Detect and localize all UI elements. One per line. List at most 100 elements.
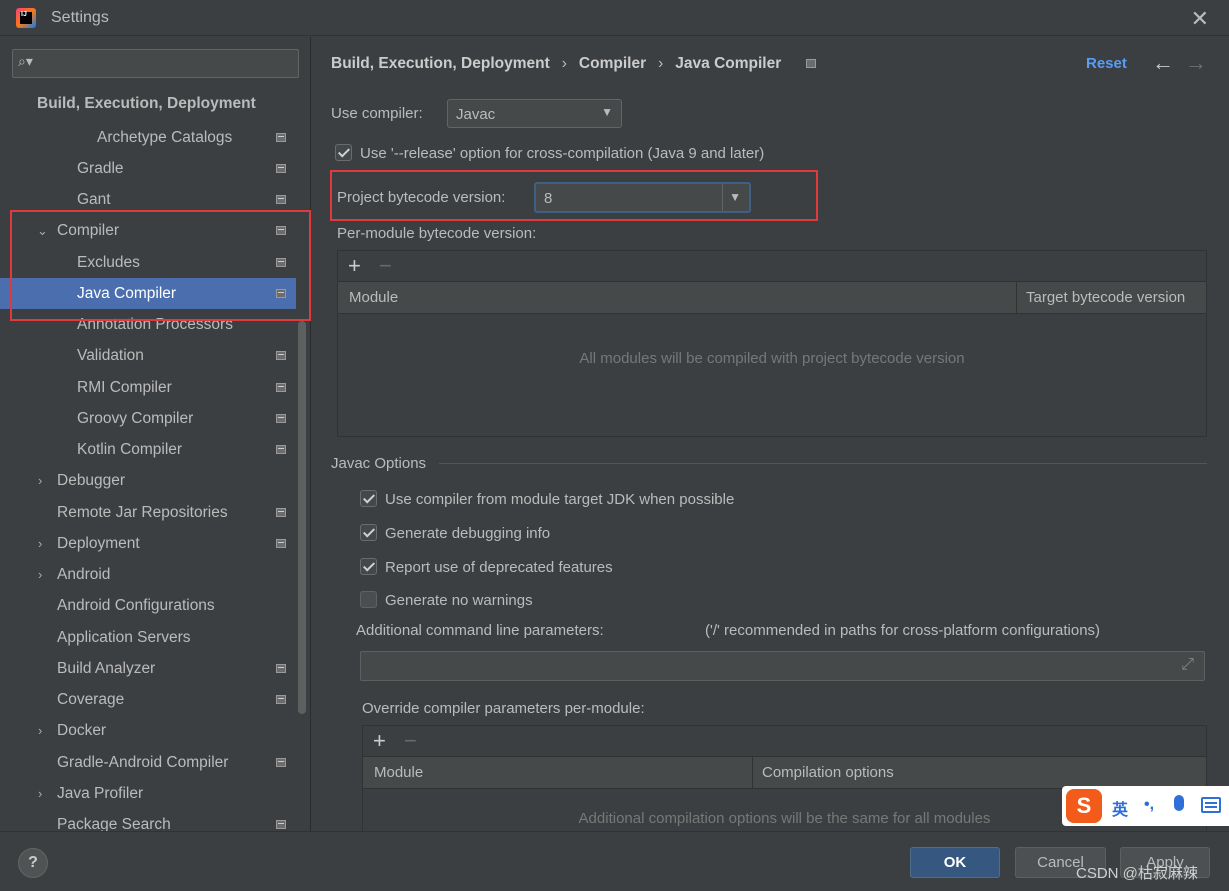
intellij-logo-icon: IJ	[16, 8, 36, 28]
project-level-icon	[276, 820, 286, 829]
ime-language-toggle[interactable]: 英	[1112, 796, 1128, 820]
add-icon[interactable]: +	[373, 728, 386, 754]
window-title: Settings	[51, 9, 109, 26]
sogou-logo-icon[interactable]: S	[1066, 789, 1102, 823]
project-level-icon	[276, 351, 286, 360]
sidebar-item-rmi-compiler[interactable]: RMI Compiler	[0, 372, 296, 403]
use-compiler-label: Use compiler:	[331, 105, 423, 122]
per-module-table: + − Module Target bytecode version All m…	[337, 250, 1207, 437]
highlight-box-compiler	[10, 210, 311, 321]
project-level-icon	[276, 695, 286, 704]
column-header-target-bytecode[interactable]: Target bytecode version	[1026, 289, 1185, 306]
search-icon[interactable]: ⌕▾	[18, 53, 33, 70]
sidebar-item-coverage[interactable]: Coverage	[0, 684, 296, 715]
sidebar-item-docker[interactable]: › Docker	[0, 715, 296, 746]
chevron-right-icon[interactable]: ›	[38, 528, 42, 559]
sidebar-item-kotlin-compiler[interactable]: Kotlin Compiler	[0, 434, 296, 465]
deprecated-features-checkbox[interactable]	[360, 558, 377, 575]
sidebar-item-build-execution-deployment[interactable]: Build, Execution, Deployment	[0, 88, 296, 119]
search-input[interactable]	[45, 53, 295, 73]
additional-params-hint: ('/' recommended in paths for cross-plat…	[705, 622, 1101, 639]
sidebar-item-package-search[interactable]: Package Search	[0, 809, 296, 831]
close-icon[interactable]: ✕	[1191, 6, 1209, 32]
sidebar-item-application-servers[interactable]: Application Servers	[0, 622, 296, 653]
project-level-icon	[276, 133, 286, 142]
column-header-compilation-options[interactable]: Compilation options	[762, 764, 894, 781]
remove-icon[interactable]: −	[379, 253, 392, 279]
project-level-icon	[276, 164, 286, 173]
debugging-info-label: Generate debugging info	[385, 525, 551, 542]
microphone-icon[interactable]	[1174, 795, 1184, 811]
breadcrumb: Build, Execution, Deployment › Compiler › Ja…	[331, 55, 816, 73]
sidebar-scrollbar[interactable]	[298, 321, 306, 714]
sidebar-item-archetype-catalogs[interactable]: Archetype Catalogs	[0, 122, 296, 153]
main-panel: Build, Execution, Deployment › Compiler › Ja…	[312, 37, 1229, 835]
release-option-checkbox[interactable]	[335, 144, 352, 161]
release-option-label: Use '--release' option for cross-compila…	[360, 145, 765, 162]
forward-arrow-icon[interactable]: →	[1185, 50, 1207, 76]
project-level-icon	[276, 445, 286, 454]
additional-params-input[interactable]: ⤢	[360, 651, 1205, 681]
chevron-right-icon[interactable]: ›	[38, 778, 42, 809]
column-header-module[interactable]: Module	[374, 764, 423, 781]
remove-icon[interactable]: −	[404, 728, 417, 754]
debugging-info-checkbox[interactable]	[360, 524, 377, 541]
breadcrumb-separator: ›	[561, 55, 567, 72]
no-warnings-label: Generate no warnings	[385, 592, 533, 609]
ime-toolbar: S 英 •,	[1062, 786, 1229, 826]
sidebar-item-debugger[interactable]: › Debugger	[0, 465, 296, 496]
sidebar-item-deployment[interactable]: › Deployment	[0, 528, 296, 559]
sidebar-item-java-profiler[interactable]: › Java Profiler	[0, 778, 296, 809]
breadcrumb-item[interactable]: Build, Execution, Deployment	[331, 55, 550, 72]
breadcrumb-separator: ›	[658, 55, 664, 72]
sidebar-item-gradle[interactable]: Gradle	[0, 153, 296, 184]
sidebar-item-validation[interactable]: Validation	[0, 340, 296, 371]
override-header: Module Compilation options	[363, 757, 1206, 789]
additional-params-label: Additional command line parameters:	[356, 622, 604, 639]
use-compiler-value: Javac	[456, 106, 496, 123]
separator	[439, 463, 1207, 464]
use-target-jdk-label: Use compiler from module target JDK when…	[385, 491, 735, 508]
per-module-bytecode-label: Per-module bytecode version:	[337, 225, 537, 242]
override-toolbar: + −	[363, 726, 1206, 757]
add-icon[interactable]: +	[348, 253, 361, 279]
sidebar-item-gradle-android-compiler[interactable]: Gradle-Android Compiler	[0, 747, 296, 778]
reset-link[interactable]: Reset	[1086, 55, 1127, 72]
back-arrow-icon[interactable]: ←	[1152, 50, 1174, 76]
project-level-icon	[276, 758, 286, 767]
sidebar-item-android[interactable]: › Android	[0, 559, 296, 590]
highlight-box-bytecode	[330, 170, 818, 221]
settings-sidebar: ⌕▾ Build, Execution, Deployment Archetyp…	[0, 37, 311, 831]
chevron-right-icon[interactable]: ›	[38, 559, 42, 590]
breadcrumb-item: Java Compiler	[675, 55, 782, 72]
per-module-empty-text: All modules will be compiled with projec…	[579, 350, 965, 367]
use-target-jdk-checkbox[interactable]	[360, 490, 377, 507]
column-header-module[interactable]: Module	[349, 289, 398, 306]
search-box[interactable]: ⌕▾	[12, 49, 299, 78]
project-level-icon	[276, 664, 286, 673]
override-params-label: Override compiler parameters per-module:	[362, 700, 645, 717]
project-level-icon	[276, 383, 286, 392]
breadcrumb-item[interactable]: Compiler	[579, 55, 646, 72]
dropdown-arrow-icon: ▼	[601, 105, 613, 119]
sidebar-item-remote-jar-repositories[interactable]: Remote Jar Repositories	[0, 497, 296, 528]
use-compiler-dropdown[interactable]: Javac ▼	[447, 99, 622, 128]
dialog-footer: ? OK Cancel Apply	[0, 831, 1229, 891]
sidebar-item-build-analyzer[interactable]: Build Analyzer	[0, 653, 296, 684]
title-bar: IJ Settings ✕	[0, 0, 1229, 36]
help-button[interactable]: ?	[18, 848, 48, 878]
javac-options-title: Javac Options	[331, 455, 427, 472]
ime-punctuation-toggle[interactable]: •,	[1144, 796, 1154, 814]
sidebar-item-groovy-compiler[interactable]: Groovy Compiler	[0, 403, 296, 434]
chevron-right-icon[interactable]: ›	[38, 715, 42, 746]
keyboard-icon[interactable]	[1201, 797, 1221, 813]
watermark: CSDN @枯寂麻辣	[1076, 865, 1198, 882]
deprecated-features-label: Report use of deprecated features	[385, 559, 613, 576]
no-warnings-checkbox[interactable]	[360, 591, 377, 608]
project-level-icon	[276, 414, 286, 423]
project-level-icon	[276, 539, 286, 548]
chevron-right-icon[interactable]: ›	[38, 465, 42, 496]
sidebar-item-android-configurations[interactable]: Android Configurations	[0, 590, 296, 621]
expand-icon[interactable]: ⤢	[1181, 656, 1194, 674]
ok-button[interactable]: OK	[910, 847, 1000, 878]
